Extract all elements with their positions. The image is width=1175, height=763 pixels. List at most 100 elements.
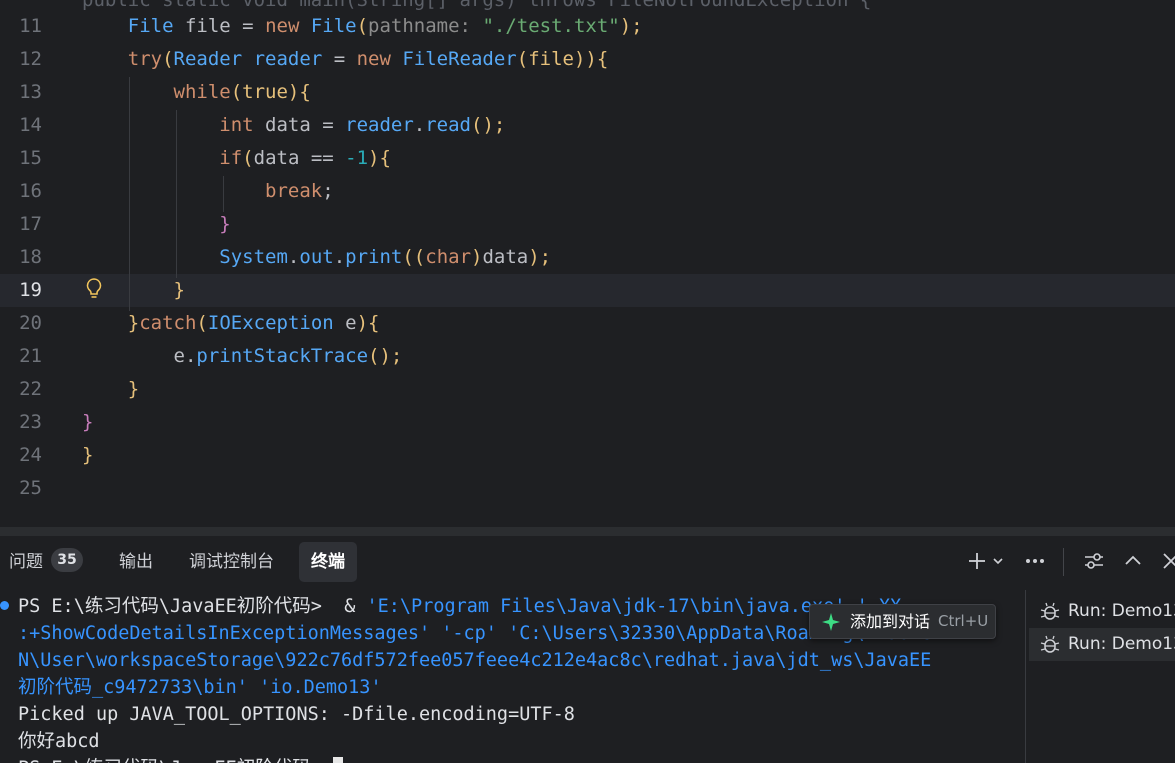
line-number: 18	[19, 246, 42, 268]
code-token: (true){	[230, 81, 311, 103]
terminal-session-item[interactable]: Run: Demo13	[1029, 595, 1175, 628]
code-token: reader	[345, 114, 414, 136]
code-token: }	[219, 213, 231, 235]
code-token: pathname:	[368, 15, 483, 37]
code-line[interactable]: 21 e.printStackTrace();	[0, 340, 1175, 373]
code-token: if	[219, 147, 243, 169]
code-text: File file = new File(pathname: "./test.t…	[82, 10, 643, 43]
terminal-session-label: Run: Demo13	[1068, 634, 1175, 654]
more-icon[interactable]	[1022, 548, 1048, 574]
code-text: }	[82, 373, 139, 406]
code-text: }	[82, 208, 231, 241]
code-token: ();	[368, 345, 403, 367]
code-token: =	[322, 114, 346, 136]
code-line-current[interactable]: 19 }	[0, 274, 1175, 307]
tab-problems[interactable]: 问题 35	[9, 542, 83, 582]
code-text: int data = reader.read();	[82, 109, 505, 142]
code-token: e	[345, 312, 357, 334]
code-line[interactable]: 22 }	[0, 373, 1175, 406]
code-token: "./test.txt"	[482, 15, 620, 37]
plus-icon[interactable]	[964, 548, 990, 574]
code-token: e	[173, 345, 185, 367]
code-token: read	[425, 114, 471, 136]
tab-terminal[interactable]: 终端	[299, 542, 357, 582]
terminal-session-item[interactable]: Run: Demo13	[1029, 628, 1175, 661]
code-token: ();	[471, 114, 506, 136]
line-number: 19	[19, 279, 42, 301]
code-text: e.printStackTrace();	[82, 340, 403, 373]
code-token: ){	[368, 147, 391, 169]
code-token: );	[528, 246, 552, 268]
code-line[interactable]: 25	[0, 472, 1175, 505]
terminal-text: :+ShowCodeDetailsInExceptionMessages' '-…	[18, 623, 932, 644]
add-to-chat-tooltip[interactable]: 添加到对话 Ctrl+U	[809, 604, 996, 639]
code-line[interactable]: 23}	[0, 406, 1175, 439]
code-token: }	[127, 312, 140, 334]
code-line[interactable]: 20 }catch(IOException e){	[0, 307, 1175, 340]
code-token: ){	[356, 312, 380, 334]
lightbulb-icon[interactable]	[84, 277, 104, 301]
code-token: char	[425, 246, 472, 268]
code-token: try	[127, 48, 163, 70]
code-line[interactable]: 24}	[0, 439, 1175, 472]
terminal-cursor	[333, 757, 344, 763]
code-editor[interactable]: public static void main(String[] args) t…	[0, 0, 1175, 527]
code-text: try(Reader reader = new FileReader(file)…	[82, 43, 609, 76]
terminal-sessions-list: Run: Demo13 Run: Demo13	[1025, 590, 1175, 763]
command-status-dot[interactable]	[0, 601, 9, 610]
line-number: 25	[19, 477, 42, 499]
line-number: 17	[19, 213, 42, 235]
code-token: ;	[322, 180, 334, 202]
code-token: }	[173, 279, 185, 301]
code-line[interactable]: 13 while(true){	[0, 76, 1175, 109]
tab-debug-console[interactable]: 调试控制台	[189, 542, 274, 582]
code-text: while(true){	[82, 76, 311, 109]
terminal-line: :+ShowCodeDetailsInExceptionMessages' '-…	[18, 620, 931, 647]
code-token: catch	[139, 312, 197, 334]
code-text: }	[82, 406, 93, 439]
tab-output[interactable]: 输出	[119, 542, 153, 582]
code-token: ((	[402, 246, 426, 268]
code-token: )	[471, 246, 483, 268]
terminal-text: PS E:\练习代码\JavaEE初阶代码>	[18, 596, 334, 617]
code-line[interactable]: 12 try(Reader reader = new FileReader(fi…	[0, 43, 1175, 76]
terminal-text: 你好abcd	[18, 731, 100, 752]
line-number: 22	[19, 378, 42, 400]
code-token: print	[345, 246, 403, 268]
code-token: out	[299, 246, 334, 268]
code-token: File	[310, 15, 357, 37]
terminal-line: PS E:\练习代码\JavaEE初阶代码> & 'E:\Program Fil…	[18, 593, 901, 620]
terminal-line: 你好abcd	[18, 728, 100, 755]
line-number: 15	[19, 147, 42, 169]
line-number: 23	[19, 411, 42, 433]
chevron-down-icon[interactable]	[990, 548, 1006, 574]
code-line[interactable]: 11 File file = new File(pathname: "./tes…	[0, 10, 1175, 43]
code-token: .	[184, 345, 197, 367]
code-token: IOException	[207, 312, 346, 334]
code-token: =	[242, 15, 254, 37]
toolbar-divider	[1063, 548, 1064, 576]
code-text: }catch(IOException e){	[82, 307, 380, 340]
code-token: File	[127, 15, 174, 37]
tune-icon[interactable]	[1081, 548, 1107, 574]
line-number: 13	[19, 81, 42, 103]
code-token: break	[265, 180, 323, 202]
tab-problems-label: 问题	[9, 552, 43, 572]
code-token: }	[127, 378, 140, 400]
terminal-text: &	[333, 596, 367, 617]
terminal-line: 初阶代码_c9472733\bin' 'io.Demo13'	[18, 674, 382, 701]
panel-splitter[interactable]	[0, 527, 1175, 536]
code-token: data	[253, 147, 311, 169]
line-number: 14	[19, 114, 42, 136]
chevron-up-icon[interactable]	[1120, 548, 1146, 574]
terminal-line: PS E:\练习代码\JavaEE初阶代码>	[18, 755, 344, 763]
problems-count-badge: 35	[51, 548, 83, 572]
terminal-text: N\User\workspaceStorage\922c76df572fee05…	[18, 650, 932, 671]
add-to-chat-label: 添加到对话	[850, 612, 931, 631]
code-token: (	[242, 147, 254, 169]
close-icon[interactable]	[1158, 548, 1175, 574]
